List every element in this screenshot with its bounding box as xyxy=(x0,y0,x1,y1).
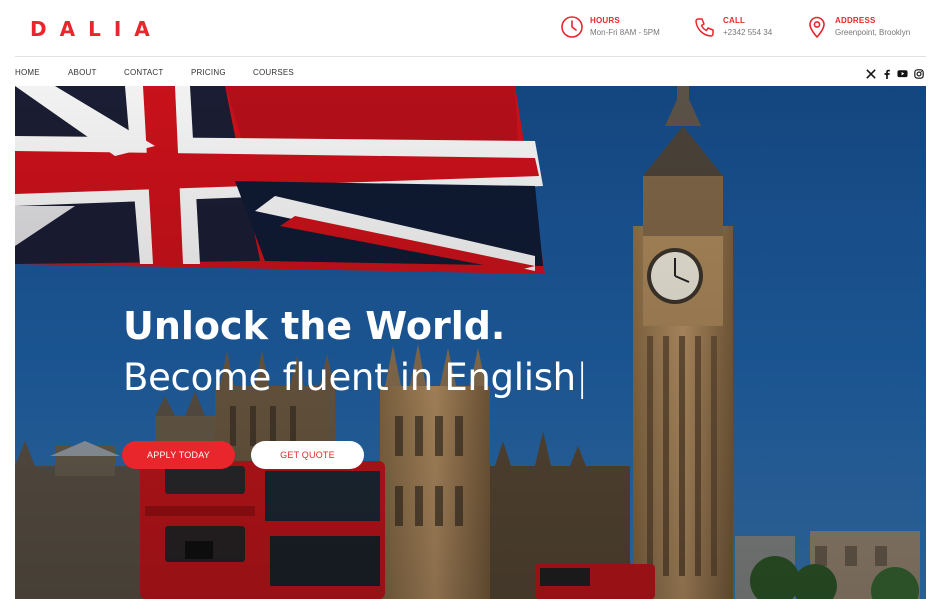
social-links xyxy=(865,68,924,79)
main-nav: HOME ABOUT CONTACT PRICING COURSES xyxy=(15,68,303,77)
apply-today-button[interactable]: APPLY TODAY xyxy=(122,441,235,469)
x-icon[interactable] xyxy=(865,68,876,79)
phone-icon xyxy=(695,18,714,37)
header-divider xyxy=(15,56,926,57)
nav-item-home[interactable]: HOME xyxy=(15,68,68,77)
hero-subtitle: Become fluent in English| xyxy=(123,356,588,399)
nav-item-contact[interactable]: CONTACT xyxy=(124,68,191,77)
hours-value: Mon-Fri 8AM - 5PM xyxy=(590,28,660,37)
youtube-icon[interactable] xyxy=(897,68,908,79)
nav-item-about[interactable]: ABOUT xyxy=(68,68,124,77)
top-header: DALIA HOURS Mon-Fri 8AM - 5PM CALL +2342… xyxy=(0,0,942,56)
clock-icon xyxy=(561,16,583,38)
hours-info: HOURS Mon-Fri 8AM - 5PM xyxy=(560,15,660,39)
call-label: CALL xyxy=(723,16,746,25)
map-pin-icon xyxy=(809,16,825,39)
site-logo[interactable]: DALIA xyxy=(30,17,163,41)
address-info: ADDRESS Greenpoint, Brooklyn xyxy=(805,15,910,39)
hero-title: Unlock the World. xyxy=(123,304,506,348)
call-value[interactable]: +2342 554 34 xyxy=(723,26,772,39)
get-quote-button[interactable]: GET QUOTE xyxy=(251,441,364,469)
address-label: ADDRESS xyxy=(835,16,876,25)
nav-item-pricing[interactable]: PRICING xyxy=(191,68,253,77)
hours-label: HOURS xyxy=(590,16,620,25)
facebook-icon[interactable] xyxy=(881,68,892,79)
call-info: CALL +2342 554 34 xyxy=(693,15,772,39)
address-value: Greenpoint, Brooklyn xyxy=(835,28,911,37)
nav-item-courses[interactable]: COURSES xyxy=(253,68,303,77)
typing-cursor: | xyxy=(575,356,588,399)
instagram-icon[interactable] xyxy=(913,68,924,79)
hero-subtitle-text: Become fluent in English xyxy=(123,356,576,399)
